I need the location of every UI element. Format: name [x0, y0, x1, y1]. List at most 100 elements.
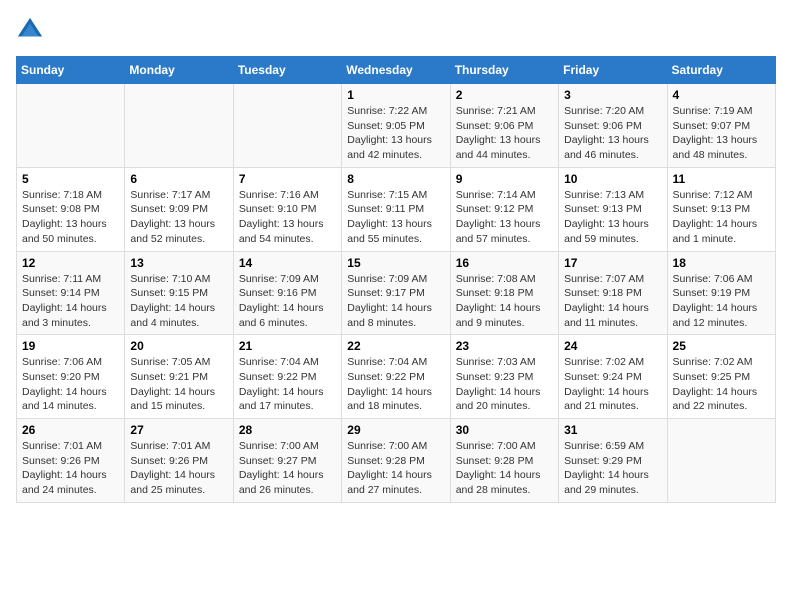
page-header: [16, 16, 776, 44]
day-number: 16: [456, 256, 553, 270]
calendar-week-2: 5 Sunrise: 7:18 AM Sunset: 9:08 PM Daylig…: [17, 167, 776, 251]
day-info: Sunrise: 7:01 AM Sunset: 9:26 PM Dayligh…: [22, 439, 119, 498]
day-number: 28: [239, 423, 336, 437]
day-number: 14: [239, 256, 336, 270]
day-number: 22: [347, 339, 444, 353]
calendar-cell: 23Sunrise: 7:03 AM Sunset: 9:23 PM Dayli…: [450, 335, 558, 419]
day-number: 7: [239, 172, 336, 186]
day-number: 30: [456, 423, 553, 437]
day-info: Sunrise: 6:59 AM Sunset: 9:29 PM Dayligh…: [564, 439, 661, 498]
calendar-cell: 10 Sunrise: 7:13 AM Sunset: 9:13 PM Dayli…: [559, 167, 667, 251]
day-info: Sunrise: 7:17 AM Sunset: 9:09 PM Dayligh…: [130, 188, 227, 247]
day-number: 4: [673, 88, 770, 102]
calendar-cell: 21 Sunrise: 7:04 AM Sunset: 9:22 PM Dayli…: [233, 335, 341, 419]
day-number: 18: [673, 256, 770, 270]
calendar-cell: 25 Sunrise: 7:02 AM Sunset: 9:25 PM Dayli…: [667, 335, 775, 419]
day-info: Sunrise: 7:12 AM Sunset: 9:13 PM Dayligh…: [673, 188, 770, 247]
day-info: Sunrise: 7:06 AM Sunset: 9:20 PM Dayligh…: [22, 355, 119, 414]
calendar-cell: 18Sunrise: 7:06 AM Sunset: 9:19 PM Dayli…: [667, 251, 775, 335]
calendar-week-4: 19 Sunrise: 7:06 AM Sunset: 9:20 PM Dayli…: [17, 335, 776, 419]
day-number: 27: [130, 423, 227, 437]
day-info: Sunrise: 7:02 AM Sunset: 9:25 PM Dayligh…: [673, 355, 770, 414]
calendar-cell: 31 Sunrise: 6:59 AM Sunset: 9:29 PM Dayli…: [559, 419, 667, 503]
calendar-cell: 26Sunrise: 7:01 AM Sunset: 9:26 PM Dayli…: [17, 419, 125, 503]
day-number: 6: [130, 172, 227, 186]
calendar-cell: 12 Sunrise: 7:11 AM Sunset: 9:14 PM Dayli…: [17, 251, 125, 335]
day-number: 8: [347, 172, 444, 186]
day-info: Sunrise: 7:01 AM Sunset: 9:26 PM Dayligh…: [130, 439, 227, 498]
day-info: Sunrise: 7:04 AM Sunset: 9:22 PM Dayligh…: [239, 355, 336, 414]
day-info: Sunrise: 7:18 AM Sunset: 9:08 PM Dayligh…: [22, 188, 119, 247]
calendar-week-1: 1 Sunrise: 7:22 AM Sunset: 9:05 PM Daylig…: [17, 84, 776, 168]
day-info: Sunrise: 7:22 AM Sunset: 9:05 PM Dayligh…: [347, 104, 444, 163]
day-number: 24: [564, 339, 661, 353]
day-number: 19: [22, 339, 119, 353]
calendar-cell: 6 Sunrise: 7:17 AM Sunset: 9:09 PM Daylig…: [125, 167, 233, 251]
logo: [16, 16, 48, 44]
calendar-week-5: 26Sunrise: 7:01 AM Sunset: 9:26 PM Dayli…: [17, 419, 776, 503]
weekday-header-friday: Friday: [559, 57, 667, 84]
weekday-header-thursday: Thursday: [450, 57, 558, 84]
day-number: 31: [564, 423, 661, 437]
calendar-cell: 5 Sunrise: 7:18 AM Sunset: 9:08 PM Daylig…: [17, 167, 125, 251]
calendar-cell: 17 Sunrise: 7:07 AM Sunset: 9:18 PM Dayli…: [559, 251, 667, 335]
day-number: 5: [22, 172, 119, 186]
weekday-header-saturday: Saturday: [667, 57, 775, 84]
day-info: Sunrise: 7:05 AM Sunset: 9:21 PM Dayligh…: [130, 355, 227, 414]
calendar-cell: 11 Sunrise: 7:12 AM Sunset: 9:13 PM Dayli…: [667, 167, 775, 251]
day-number: 12: [22, 256, 119, 270]
day-info: Sunrise: 7:11 AM Sunset: 9:14 PM Dayligh…: [22, 272, 119, 331]
day-number: 3: [564, 88, 661, 102]
calendar-cell: 29Sunrise: 7:00 AM Sunset: 9:28 PM Dayli…: [342, 419, 450, 503]
day-info: Sunrise: 7:13 AM Sunset: 9:13 PM Dayligh…: [564, 188, 661, 247]
calendar-cell: [667, 419, 775, 503]
day-info: Sunrise: 7:08 AM Sunset: 9:18 PM Dayligh…: [456, 272, 553, 331]
day-info: Sunrise: 7:14 AM Sunset: 9:12 PM Dayligh…: [456, 188, 553, 247]
calendar-week-3: 12 Sunrise: 7:11 AM Sunset: 9:14 PM Dayli…: [17, 251, 776, 335]
day-info: Sunrise: 7:20 AM Sunset: 9:06 PM Dayligh…: [564, 104, 661, 163]
calendar-cell: 2 Sunrise: 7:21 AM Sunset: 9:06 PM Daylig…: [450, 84, 558, 168]
calendar-cell: 27 Sunrise: 7:01 AM Sunset: 9:26 PM Dayli…: [125, 419, 233, 503]
day-number: 13: [130, 256, 227, 270]
calendar-cell: 20 Sunrise: 7:05 AM Sunset: 9:21 PM Dayli…: [125, 335, 233, 419]
day-number: 21: [239, 339, 336, 353]
calendar-header: SundayMondayTuesdayWednesdayThursdayFrid…: [17, 57, 776, 84]
calendar-cell: 15 Sunrise: 7:09 AM Sunset: 9:17 PM Dayli…: [342, 251, 450, 335]
calendar-cell: 3 Sunrise: 7:20 AM Sunset: 9:06 PM Daylig…: [559, 84, 667, 168]
calendar-cell: 7 Sunrise: 7:16 AM Sunset: 9:10 PM Daylig…: [233, 167, 341, 251]
weekday-header-wednesday: Wednesday: [342, 57, 450, 84]
calendar-cell: 28 Sunrise: 7:00 AM Sunset: 9:27 PM Dayli…: [233, 419, 341, 503]
day-number: 10: [564, 172, 661, 186]
day-number: 23: [456, 339, 553, 353]
day-info: Sunrise: 7:09 AM Sunset: 9:17 PM Dayligh…: [347, 272, 444, 331]
calendar-cell: 24 Sunrise: 7:02 AM Sunset: 9:24 PM Dayli…: [559, 335, 667, 419]
day-info: Sunrise: 7:07 AM Sunset: 9:18 PM Dayligh…: [564, 272, 661, 331]
day-info: Sunrise: 7:02 AM Sunset: 9:24 PM Dayligh…: [564, 355, 661, 414]
calendar-cell: 19 Sunrise: 7:06 AM Sunset: 9:20 PM Dayli…: [17, 335, 125, 419]
day-number: 29: [347, 423, 444, 437]
calendar-cell: 22 Sunrise: 7:04 AM Sunset: 9:22 PM Dayli…: [342, 335, 450, 419]
calendar-cell: [125, 84, 233, 168]
day-number: 15: [347, 256, 444, 270]
day-number: 20: [130, 339, 227, 353]
day-info: Sunrise: 7:21 AM Sunset: 9:06 PM Dayligh…: [456, 104, 553, 163]
logo-icon: [16, 16, 44, 44]
day-info: Sunrise: 7:00 AM Sunset: 9:27 PM Dayligh…: [239, 439, 336, 498]
calendar-body: 1 Sunrise: 7:22 AM Sunset: 9:05 PM Daylig…: [17, 84, 776, 503]
day-number: 17: [564, 256, 661, 270]
calendar-cell: 4 Sunrise: 7:19 AM Sunset: 9:07 PM Daylig…: [667, 84, 775, 168]
day-number: 2: [456, 88, 553, 102]
day-number: 11: [673, 172, 770, 186]
day-info: Sunrise: 7:16 AM Sunset: 9:10 PM Dayligh…: [239, 188, 336, 247]
day-number: 25: [673, 339, 770, 353]
calendar-cell: [17, 84, 125, 168]
day-number: 1: [347, 88, 444, 102]
weekday-row: SundayMondayTuesdayWednesdayThursdayFrid…: [17, 57, 776, 84]
day-info: Sunrise: 7:19 AM Sunset: 9:07 PM Dayligh…: [673, 104, 770, 163]
calendar-cell: 30Sunrise: 7:00 AM Sunset: 9:28 PM Dayli…: [450, 419, 558, 503]
day-info: Sunrise: 7:09 AM Sunset: 9:16 PM Dayligh…: [239, 272, 336, 331]
calendar-cell: 9 Sunrise: 7:14 AM Sunset: 9:12 PM Daylig…: [450, 167, 558, 251]
weekday-header-tuesday: Tuesday: [233, 57, 341, 84]
day-info: Sunrise: 7:04 AM Sunset: 9:22 PM Dayligh…: [347, 355, 444, 414]
day-number: 9: [456, 172, 553, 186]
